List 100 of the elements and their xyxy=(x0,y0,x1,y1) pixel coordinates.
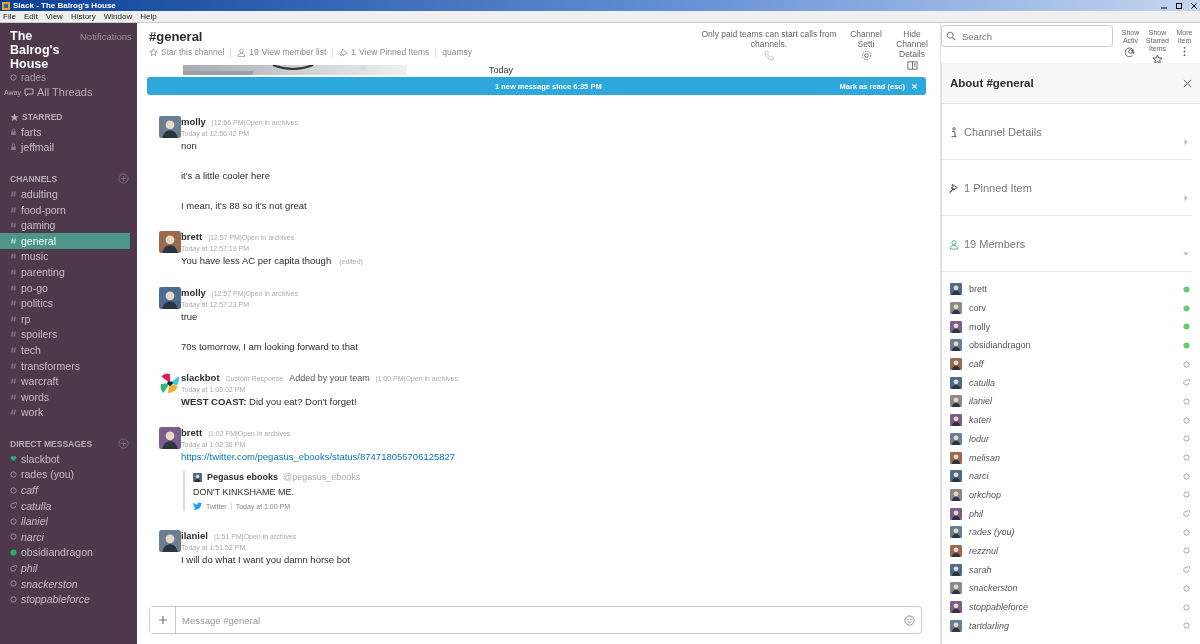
menu-item[interactable]: History xyxy=(70,11,96,22)
menu-item[interactable]: View xyxy=(45,11,63,22)
hash-icon xyxy=(10,252,17,261)
menu-item[interactable]: Window xyxy=(103,11,133,22)
direct-message-item[interactable]: narci xyxy=(0,529,130,545)
message-author[interactable]: brett xyxy=(181,427,203,438)
message-link[interactable]: https://twitter.com/pegasus_ebooks/status/874718056706125827 xyxy=(181,451,456,463)
channel-item[interactable]: parenting xyxy=(0,264,130,280)
channel-item[interactable]: po-go xyxy=(0,279,130,296)
member-item[interactable]: lodur xyxy=(950,429,1190,449)
channel-item[interactable]: transformers xyxy=(0,357,130,374)
message-author[interactable]: slackbot xyxy=(181,372,220,383)
member-item[interactable]: snackerston xyxy=(950,579,1190,598)
message-author[interactable]: brett xyxy=(181,231,203,242)
channel-item[interactable]: gaming xyxy=(0,217,130,233)
star-channel-link[interactable]: Star this channel xyxy=(161,47,225,57)
attach-button[interactable] xyxy=(150,607,176,633)
channel-item[interactable]: food-porn xyxy=(0,201,130,218)
member-item[interactable]: tartdarling xyxy=(950,616,1190,636)
channel-topic[interactable]: quamsy xyxy=(442,47,473,57)
member-list-link[interactable]: View member list xyxy=(261,47,327,57)
avatar-icon xyxy=(950,395,962,408)
pinned-items-link[interactable]: View Pinned Items xyxy=(359,47,430,57)
channel-item[interactable]: general xyxy=(0,232,130,249)
member-item[interactable]: stoppableforce xyxy=(950,597,1190,617)
avatar-icon xyxy=(950,582,962,595)
member-item[interactable]: sarah xyxy=(950,560,1190,579)
pinned-count: 1 xyxy=(351,47,357,57)
side-panel-icon[interactable] xyxy=(906,60,918,71)
emoji-icon[interactable] xyxy=(904,614,915,626)
member-item[interactable]: brett xyxy=(950,280,1190,299)
member-item[interactable]: caff xyxy=(950,354,1190,374)
member-item[interactable]: corv xyxy=(950,298,1190,318)
direct-message-item[interactable]: ilaniel xyxy=(0,513,130,530)
member-count: 19 xyxy=(249,47,259,57)
member-item[interactable]: narci xyxy=(950,466,1190,486)
member-item[interactable]: molly xyxy=(950,317,1190,337)
menu-item[interactable]: Edit xyxy=(23,11,38,22)
message-author[interactable]: ilaniel xyxy=(181,530,208,541)
channel-item[interactable]: spoilers xyxy=(0,326,130,343)
starred-channel[interactable]: jeffmail xyxy=(0,139,130,156)
direct-message-item[interactable]: rades (you) xyxy=(0,466,130,483)
member-item[interactable]: orkchop xyxy=(950,485,1190,505)
message-author[interactable]: molly xyxy=(181,287,206,298)
panel-section[interactable]: Channel Details xyxy=(942,104,1192,160)
at-sign-icon[interactable] xyxy=(1125,46,1136,57)
avatar-icon xyxy=(159,530,181,552)
bird-icon xyxy=(193,502,202,510)
team-name[interactable]: The Balrog's House xyxy=(10,29,76,71)
star-icon[interactable] xyxy=(1152,54,1163,65)
menu-item[interactable]: Help xyxy=(140,11,157,22)
direct-message-item[interactable]: catulla xyxy=(0,497,130,514)
maximize-icon[interactable] xyxy=(1175,1,1183,10)
message-text: non xyxy=(181,140,197,152)
channel-item[interactable]: tech xyxy=(0,342,130,358)
member-item[interactable]: obsidiandragon xyxy=(950,336,1190,355)
channel-item[interactable]: work xyxy=(0,404,130,421)
channel-item[interactable]: adulting xyxy=(0,186,130,202)
pin-icon xyxy=(949,182,959,194)
all-threads-link[interactable]: All Threads xyxy=(37,86,93,98)
member-name: corv xyxy=(969,303,986,314)
direct-message-item[interactable]: phil xyxy=(0,560,130,576)
message-field[interactable]: Message #general xyxy=(149,606,922,634)
message-text: it's a little cooler here xyxy=(181,170,270,182)
channel-item[interactable]: words xyxy=(0,388,130,405)
hash-icon xyxy=(10,236,17,245)
direct-message-item[interactable]: slackbot xyxy=(0,451,130,467)
channel-item[interactable]: music xyxy=(0,248,130,265)
add-channel-icon[interactable] xyxy=(118,173,129,185)
message-author[interactable]: molly xyxy=(181,116,206,127)
menu-item[interactable]: File xyxy=(3,11,16,22)
add-message-icon[interactable] xyxy=(118,438,129,450)
starred-channel[interactable]: farts xyxy=(0,124,130,140)
search-field[interactable]: Search xyxy=(941,25,1113,47)
member-name: rezznul xyxy=(969,545,998,556)
message-text: WEST COAST: Did you eat? Don't forget! xyxy=(181,396,357,408)
avatar-icon xyxy=(950,283,962,296)
direct-message-item[interactable]: snackerston xyxy=(0,575,130,592)
channel-item[interactable]: politics xyxy=(0,295,130,311)
member-item[interactable]: ilaniel xyxy=(950,392,1190,411)
member-item[interactable]: catulla xyxy=(950,373,1190,393)
user-name[interactable]: rades xyxy=(21,72,46,83)
channel-item[interactable]: rp xyxy=(0,310,130,327)
panel-section[interactable]: 19 Members xyxy=(942,216,1192,272)
close-icon[interactable] xyxy=(1190,1,1198,10)
direct-message-item[interactable]: caff xyxy=(0,482,130,498)
settings-icon[interactable] xyxy=(860,50,872,61)
member-item[interactable]: phil xyxy=(950,504,1190,523)
panel-section[interactable]: 1 Pinned Item xyxy=(942,160,1192,216)
channel-item[interactable]: warcraft xyxy=(0,373,130,389)
direct-message-item[interactable]: stoppableforce xyxy=(0,591,130,608)
avatar-icon xyxy=(193,472,202,482)
member-item[interactable]: kateri xyxy=(950,410,1190,430)
direct-message-item[interactable]: obsidiandragon xyxy=(0,544,130,561)
notifications-label[interactable]: Notifications xyxy=(80,31,132,42)
section-label: 19 Members xyxy=(964,238,1026,250)
member-item[interactable]: rezznul xyxy=(950,541,1190,561)
member-item[interactable]: rades (you) xyxy=(950,522,1190,542)
member-item[interactable]: melisan xyxy=(950,448,1190,467)
hash-icon xyxy=(10,314,17,323)
